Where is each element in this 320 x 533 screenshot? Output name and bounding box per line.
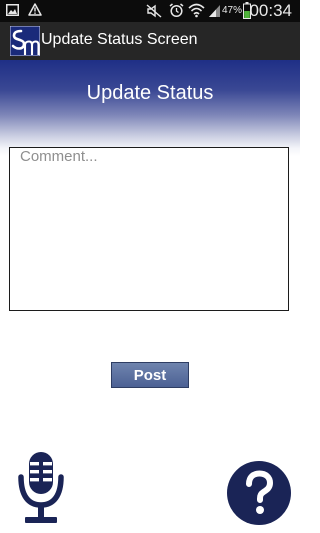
app-logo[interactable] <box>10 26 40 56</box>
clock: 00:34 <box>249 1 292 20</box>
microphone-icon[interactable] <box>14 450 68 528</box>
signal-icon <box>209 5 220 17</box>
page-title: Update Status <box>86 82 214 104</box>
comment-input[interactable] <box>9 147 289 311</box>
app-title: Update Status Screen <box>41 31 198 48</box>
image-icon <box>6 4 19 16</box>
wifi-icon <box>188 3 205 18</box>
battery-percent: 47% <box>221 5 242 16</box>
main-content: Update Status Post <box>0 60 300 533</box>
status-bar: 47% 00:34 <box>0 0 300 22</box>
action-bar: Update Status Screen <box>0 22 300 60</box>
question-mark-icon[interactable] <box>226 460 292 526</box>
warning-icon <box>28 3 42 16</box>
post-button[interactable]: Post <box>111 362 189 388</box>
mute-icon <box>146 4 162 18</box>
alarm-icon <box>169 3 184 18</box>
